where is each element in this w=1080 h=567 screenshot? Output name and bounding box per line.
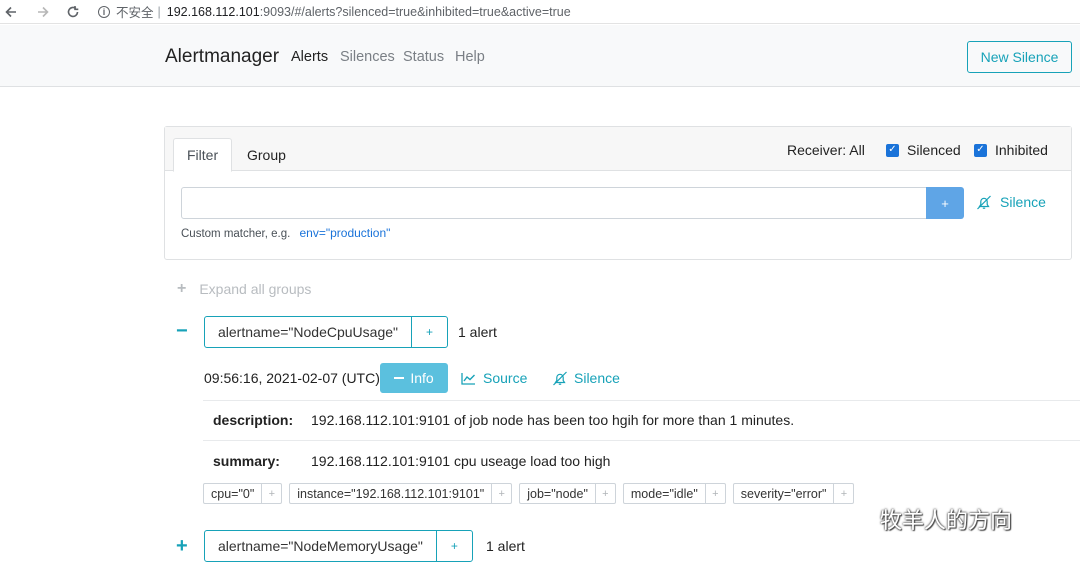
- group-header-pill[interactable]: alertname="NodeCpuUsage" +: [204, 316, 448, 348]
- expand-all-groups[interactable]: + Expand all groups: [177, 280, 311, 298]
- group-expand-toggle[interactable]: +: [176, 535, 188, 558]
- silence-label: Silence: [1000, 194, 1046, 210]
- nav-status[interactable]: Status: [403, 49, 444, 65]
- silence-label: Silence: [574, 370, 620, 386]
- info-label: Info: [410, 370, 434, 386]
- back-arrow-icon[interactable]: [0, 1, 22, 23]
- forward-arrow-icon[interactable]: [32, 1, 54, 23]
- group-header-pill[interactable]: alertname="NodeMemoryUsage" +: [204, 530, 473, 562]
- label-add-button[interactable]: +: [704, 484, 725, 503]
- annotation-key: summary:: [213, 453, 280, 469]
- filter-silence-link[interactable]: Silence: [976, 194, 1046, 210]
- label-pill[interactable]: mode="idle" +: [622, 483, 726, 504]
- wechat-icon: [839, 506, 872, 531]
- label-text[interactable]: mode="idle": [624, 484, 705, 503]
- address-bar[interactable]: i 不安全 | 192.168.112.101:9093/#/alerts?si…: [98, 2, 571, 21]
- group-add-filter-button[interactable]: +: [435, 531, 472, 561]
- label-pill[interactable]: severity="error" +: [732, 483, 855, 504]
- annotation-value: 192.168.112.101:9101 cpu useage load too…: [311, 453, 611, 469]
- hint-text: Custom matcher, e.g.: [181, 228, 291, 240]
- nav-alerts[interactable]: Alerts: [291, 49, 328, 65]
- watermark: 牧羊人的方向: [838, 503, 1012, 535]
- watermark-text: 牧羊人的方向: [880, 509, 1013, 534]
- label-add-button[interactable]: +: [261, 484, 281, 503]
- label-text[interactable]: cpu="0": [204, 484, 261, 503]
- source-link[interactable]: Source: [461, 370, 527, 386]
- group-label[interactable]: alertname="NodeMemoryUsage": [205, 531, 436, 561]
- label-text[interactable]: job="node": [520, 484, 595, 503]
- minus-icon: [394, 377, 405, 379]
- matcher-hint: Custom matcher, e.g. env="production": [181, 226, 390, 240]
- silenced-label: Silenced: [907, 142, 961, 158]
- group-alert-count: 1 alert: [486, 538, 525, 554]
- tab-group[interactable]: Group: [234, 138, 299, 172]
- label-add-button[interactable]: +: [594, 484, 615, 503]
- annotation-value: 192.168.112.101:9101 of job node has bee…: [311, 412, 795, 428]
- plus-icon: +: [177, 280, 187, 297]
- url-separator: |: [157, 4, 161, 19]
- group-alert-count: 1 alert: [458, 324, 497, 340]
- group-collapse-toggle[interactable]: −: [176, 320, 188, 343]
- bell-slash-icon: [553, 371, 567, 385]
- brand-title[interactable]: Alertmanager: [165, 46, 279, 68]
- annotation-row: summary: 192.168.112.101:9101 cpu useage…: [203, 440, 1080, 480]
- alert-silence-link[interactable]: Silence: [552, 370, 620, 386]
- reload-icon[interactable]: [62, 1, 84, 23]
- chart-line-icon: [461, 372, 475, 385]
- label-text[interactable]: instance="192.168.112.101:9101": [290, 484, 491, 503]
- silenced-checkbox[interactable]: ✓ Silenced: [886, 142, 961, 158]
- label-pill[interactable]: instance="192.168.112.101:9101" +: [289, 483, 513, 504]
- label-pill[interactable]: cpu="0" +: [203, 483, 283, 504]
- expand-all-label: Expand all groups: [199, 281, 312, 297]
- annotation-key: description:: [213, 412, 294, 428]
- info-icon[interactable]: i: [98, 5, 110, 18]
- tab-filter[interactable]: Filter: [173, 138, 233, 172]
- source-label: Source: [483, 370, 528, 386]
- matcher-input[interactable]: [181, 187, 927, 219]
- filter-card: Filter Group Receiver: All ✓ Silenced ✓ …: [164, 126, 1072, 260]
- bell-slash-icon: [977, 195, 991, 209]
- checkbox-checked-icon[interactable]: ✓: [886, 143, 899, 157]
- receiver-selector[interactable]: Receiver: All: [787, 142, 865, 158]
- info-button[interactable]: Info: [380, 363, 448, 393]
- nav-help[interactable]: Help: [455, 49, 485, 65]
- browser-toolbar: i 不安全 | 192.168.112.101:9093/#/alerts?si…: [0, 0, 1080, 24]
- alert-timestamp: 09:56:16, 2021-02-07 (UTC): [204, 370, 380, 386]
- alert-labels: cpu="0" + instance="192.168.112.101:9101…: [203, 483, 861, 504]
- new-silence-button[interactable]: New Silence: [967, 41, 1072, 73]
- url-path: :9093/#/alerts?silenced=true&inhibited=t…: [259, 4, 571, 19]
- label-text[interactable]: severity="error": [734, 484, 834, 503]
- insecure-label: 不安全: [116, 6, 154, 20]
- inhibited-label: Inhibited: [995, 142, 1048, 158]
- filter-card-header: Filter Group Receiver: All ✓ Silenced ✓ …: [165, 127, 1071, 172]
- checkbox-checked-icon[interactable]: ✓: [974, 143, 987, 157]
- app-navbar: Alertmanager Alerts Silences Status Help…: [0, 25, 1080, 87]
- url-host: 192.168.112.101: [166, 4, 260, 19]
- label-add-button[interactable]: +: [491, 484, 511, 503]
- annotation-row: description: 192.168.112.101:9101 of job…: [203, 400, 1080, 440]
- label-add-button[interactable]: +: [833, 484, 853, 503]
- group-add-filter-button[interactable]: +: [411, 317, 447, 347]
- nav-silences[interactable]: Silences: [340, 49, 395, 65]
- hint-example: env="production": [299, 226, 391, 240]
- group-label[interactable]: alertname="NodeCpuUsage": [205, 317, 411, 347]
- add-matcher-button[interactable]: +: [926, 187, 964, 219]
- inhibited-checkbox[interactable]: ✓ Inhibited: [974, 142, 1048, 158]
- label-pill[interactable]: job="node" +: [519, 483, 616, 504]
